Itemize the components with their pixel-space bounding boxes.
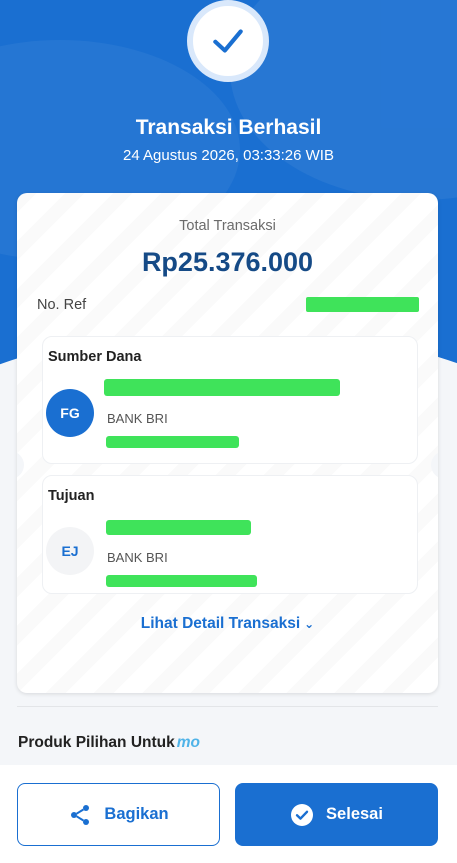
source-account-card: Sumber Dana FG BANK BRI: [42, 336, 418, 464]
share-button[interactable]: Bagikan: [17, 783, 220, 846]
page-title: Transaksi Berhasil: [135, 116, 322, 139]
share-button-label: Bagikan: [104, 805, 169, 823]
recommended-products-heading: Produk Pilihan Untuk mo: [18, 734, 200, 752]
source-account-redacted: [106, 436, 239, 448]
source-bank: BANK BRI: [107, 411, 168, 426]
source-title: Sumber Dana: [48, 349, 142, 365]
transaction-datetime: 24 Agustus 2026, 03:33:26 WIB: [123, 147, 334, 164]
destination-account-redacted: [106, 575, 257, 587]
ref-label: No. Ref: [37, 297, 87, 313]
success-badge: [187, 0, 269, 82]
share-icon: [71, 804, 90, 825]
destination-account-card: Tujuan EJ BANK BRI: [42, 475, 418, 594]
check-icon: [213, 29, 243, 53]
chevron-down-icon: ⌄: [304, 617, 315, 631]
section-divider: [17, 706, 438, 707]
view-transaction-detail-link[interactable]: Lihat Detail Transaksi ⌄: [17, 615, 438, 633]
recommended-products-title: Produk Pilihan Untuk: [18, 734, 175, 751]
destination-title: Tujuan: [48, 488, 95, 504]
done-button-label: Selesai: [326, 805, 383, 823]
ref-value-redacted: [306, 297, 419, 312]
receipt-card: Total Transaksi Rp25.376.000 No. Ref Sum…: [17, 193, 438, 693]
check-circle-icon: [291, 803, 314, 826]
source-name-redacted: [104, 379, 340, 396]
mo-logo: mo: [176, 734, 200, 751]
total-label: Total Transaksi: [179, 218, 276, 234]
total-amount: Rp25.376.000: [141, 247, 314, 277]
avatar: EJ: [46, 527, 94, 575]
avatar: FG: [46, 389, 94, 437]
detail-link-label: Lihat Detail Transaksi: [140, 615, 301, 632]
destination-name-redacted: [106, 520, 251, 535]
done-button[interactable]: Selesai: [235, 783, 438, 846]
destination-bank: BANK BRI: [107, 550, 168, 565]
